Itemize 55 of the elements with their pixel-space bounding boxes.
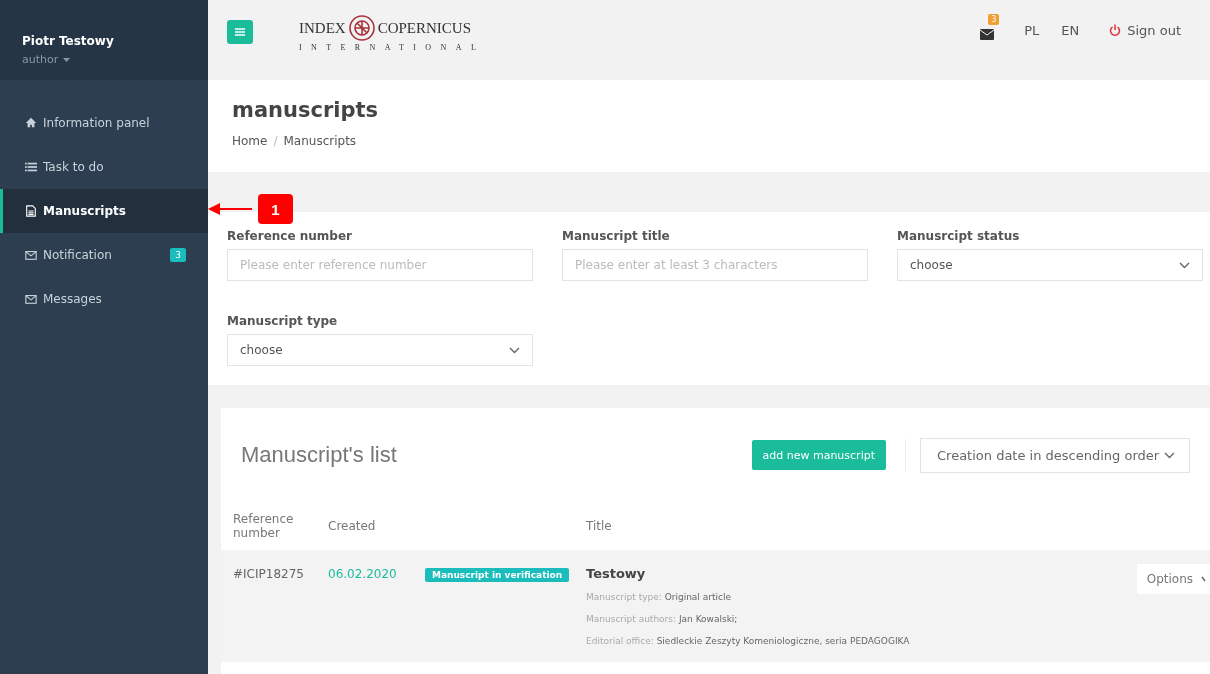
column-header: Created xyxy=(328,519,377,533)
field-label: Manusrcipt status xyxy=(897,229,1021,243)
language-link[interactable]: EN xyxy=(1061,22,1080,38)
power-icon xyxy=(1109,24,1122,36)
detail-line: Manuscript type: Original article xyxy=(586,591,732,604)
created-date: 06.02.2020 xyxy=(328,566,398,581)
text-field[interactable]: Please enter at least 3 characters xyxy=(562,249,868,281)
breadcrumb-item[interactable]: Home xyxy=(232,134,268,148)
menu-icon xyxy=(235,28,245,36)
chevron-icon xyxy=(1164,451,1175,459)
sign-out-link[interactable]: Sign out xyxy=(1109,22,1181,38)
text-field[interactable]: Please enter reference number xyxy=(227,249,533,281)
home-icon xyxy=(25,117,37,129)
chevron-icon xyxy=(1179,261,1190,269)
user-name: Piotr Testowy xyxy=(22,34,115,48)
select-field[interactable]: choose xyxy=(227,334,533,366)
document-icon xyxy=(25,205,37,217)
role-dropdown[interactable]: author xyxy=(22,53,71,66)
sidebar-item[interactable]: Information panel xyxy=(0,101,208,145)
sidebar-item[interactable]: Task to do xyxy=(0,145,208,189)
envelope-icon xyxy=(25,293,37,305)
caret-icon xyxy=(63,57,71,62)
logo-text: COPERNICUS xyxy=(377,19,471,37)
globe-icon xyxy=(347,14,376,42)
field-label: Manuscript title xyxy=(562,229,671,243)
envelope-icon[interactable] xyxy=(980,29,995,40)
envelope-icon xyxy=(25,249,37,261)
arrow-icon xyxy=(208,203,252,215)
options-button[interactable]: Options xyxy=(1136,564,1210,594)
count-badge: 3 xyxy=(988,14,1000,25)
sidebar-item[interactable]: Manuscripts xyxy=(0,189,208,233)
status-badge: Manuscript in verification xyxy=(425,568,570,582)
column-header: Reference number xyxy=(233,512,295,540)
column-header: Title xyxy=(586,519,613,533)
field-label: Manuscript type xyxy=(227,314,339,328)
logo-subtitle: INTERNATIONAL xyxy=(299,43,486,52)
page-title: manuscripts xyxy=(232,98,380,122)
sidebar-item[interactable]: Notification 3 xyxy=(0,233,208,277)
breadcrumb-separator: / xyxy=(273,134,278,148)
language-link[interactable]: PL xyxy=(1024,22,1040,38)
step-number: 1 xyxy=(258,194,293,224)
select-field[interactable]: choose xyxy=(897,249,1203,281)
manuscript-title: Testowy xyxy=(586,566,647,581)
sidebar-item[interactable]: Messages xyxy=(0,277,208,321)
count-badge: 3 xyxy=(170,248,186,262)
logo-text: INDEX xyxy=(299,19,346,37)
section-title: Manuscript's list xyxy=(241,442,397,468)
sort-select[interactable]: Creation date in descending order xyxy=(920,437,1190,473)
field-label: Reference number xyxy=(227,229,353,243)
list-icon xyxy=(25,161,37,173)
chevron-icon xyxy=(509,346,520,354)
detail-line: Manuscript authors: Jan Kowalski; xyxy=(586,613,739,626)
breadcrumb-item: Manuscripts xyxy=(283,134,357,148)
detail-line: Editorial office: Siedleckie Zeszyty Komeniologiczne, seria PEDAGOGIKA xyxy=(586,635,911,648)
reference-number: #ICIP18275 xyxy=(233,566,305,581)
